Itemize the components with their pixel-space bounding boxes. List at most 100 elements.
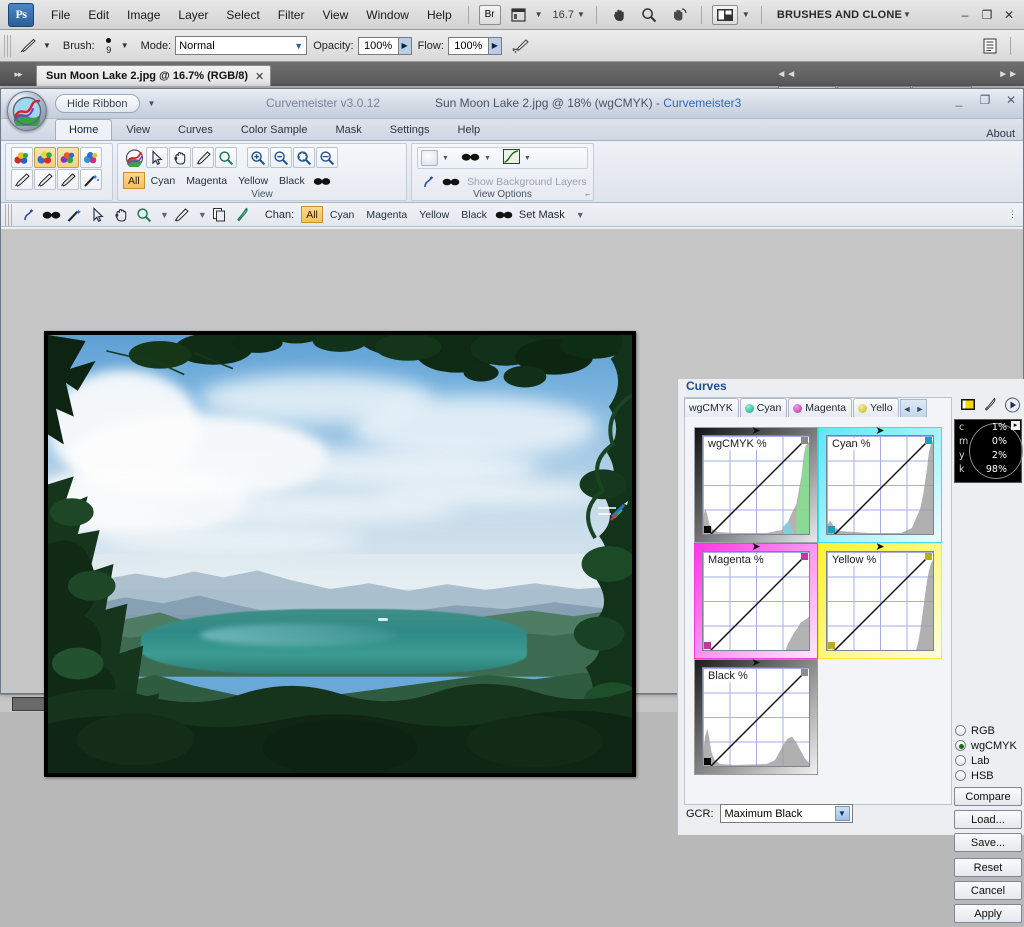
note-flag-icon[interactable] xyxy=(959,396,977,413)
pen-tool-icon[interactable] xyxy=(981,396,999,413)
arrow-select-icon[interactable] xyxy=(87,205,108,225)
ps-minimize-button[interactable]: – xyxy=(954,8,976,22)
tab-next-button[interactable]: ► xyxy=(915,404,924,414)
mask-glasses-icon[interactable] xyxy=(494,205,515,225)
zoom-level-caret-icon[interactable]: ▼ xyxy=(577,10,585,19)
hand-icon[interactable] xyxy=(169,147,191,168)
radio-icon[interactable] xyxy=(955,725,966,736)
flow-slider-icon[interactable]: ▶ xyxy=(487,36,502,55)
options-bar-grip[interactable] xyxy=(4,34,11,57)
cm-maximize-button[interactable]: ❐ xyxy=(977,93,993,107)
curve-grid-black[interactable]: Black % xyxy=(702,667,810,767)
ribbon-channel-black[interactable]: Black xyxy=(274,172,310,189)
mask-caret-icon[interactable]: ▼ xyxy=(482,155,493,162)
mask-glasses-icon[interactable] xyxy=(311,170,333,191)
menu-window[interactable]: Window xyxy=(357,4,418,26)
curve-handle-highlight[interactable] xyxy=(801,553,808,560)
zoom-actual-icon[interactable] xyxy=(316,147,338,168)
bridge-icon[interactable]: Br xyxy=(478,4,501,25)
curve-handle-highlight[interactable] xyxy=(801,437,808,444)
tab-scroll-right-icon[interactable]: ►► xyxy=(992,69,1024,80)
eyedropper-icon-3[interactable] xyxy=(57,169,79,190)
zoom-icon[interactable] xyxy=(638,5,660,25)
curve-preview-caret-icon[interactable]: ▼ xyxy=(522,155,533,162)
curve-line-yellow[interactable] xyxy=(827,552,933,651)
curve-preview-icon[interactable] xyxy=(502,149,520,167)
toolbar2-overflow-icon[interactable]: ⋮ xyxy=(1008,209,1023,220)
menu-view[interactable]: View xyxy=(313,4,357,26)
curve-tonal-marker-icon[interactable]: ➤ xyxy=(751,658,760,669)
eyedropper-caret-icon[interactable]: ▼ xyxy=(198,210,207,220)
toolbar-channel-black[interactable]: Black xyxy=(456,206,492,223)
set-mask-button[interactable]: Set Mask xyxy=(519,209,565,221)
curve-grid-cyan[interactable]: Cyan % xyxy=(826,435,934,535)
zoom-out-icon[interactable] xyxy=(270,147,292,168)
menu-select[interactable]: Select xyxy=(217,4,268,26)
pin-curve-icon[interactable] xyxy=(18,205,39,225)
radio-icon[interactable] xyxy=(955,755,966,766)
cm-minimize-button[interactable]: _ xyxy=(951,93,967,107)
save-button[interactable]: Save... xyxy=(954,833,1022,852)
brush-size-preview[interactable]: 9 xyxy=(99,36,119,55)
menu-file[interactable]: File xyxy=(42,4,79,26)
tab-home[interactable]: Home xyxy=(55,119,113,140)
screen-mode-caret-icon[interactable]: ▼ xyxy=(535,10,543,19)
curve-handle-shadow[interactable] xyxy=(704,642,711,649)
about-link[interactable]: About xyxy=(978,128,1023,140)
menu-help[interactable]: Help xyxy=(418,4,461,26)
hand-icon[interactable] xyxy=(608,5,630,25)
zoom-in-icon[interactable] xyxy=(247,147,269,168)
curve-handle-highlight[interactable] xyxy=(925,437,932,444)
workspace-switcher[interactable]: BRUSHES AND CLONE xyxy=(777,9,902,21)
curve-handle-shadow[interactable] xyxy=(704,758,711,765)
curve-box-magenta[interactable]: Magenta % ➤ xyxy=(694,542,818,659)
cancel-button[interactable]: Cancel xyxy=(954,881,1022,900)
toolbar-channel-magenta[interactable]: Magenta xyxy=(361,206,412,223)
curve-handle-highlight[interactable] xyxy=(925,553,932,560)
menu-filter[interactable]: Filter xyxy=(269,4,314,26)
curvemeister-logo-icon[interactable] xyxy=(7,91,47,131)
background-color-caret-icon[interactable]: ▼ xyxy=(440,155,451,162)
mask-glasses-icon[interactable] xyxy=(41,205,62,225)
curve-handle-shadow[interactable] xyxy=(704,526,711,533)
flow-input[interactable]: 100% xyxy=(447,36,488,55)
curve-handle-highlight[interactable] xyxy=(801,669,808,676)
curve-tab-wgcmyk[interactable]: wgCMYK xyxy=(684,398,739,417)
image-preview-frame[interactable] xyxy=(44,331,636,777)
load-button[interactable]: Load... xyxy=(954,810,1022,829)
arrange-documents-icon[interactable] xyxy=(711,4,738,25)
play-icon[interactable] xyxy=(1003,396,1021,413)
ribbon-channel-magenta[interactable]: Magenta xyxy=(181,172,232,189)
curve-grid-wgcmyk[interactable]: wgCMYK % xyxy=(702,435,810,535)
color-mode-rgb[interactable]: RGB xyxy=(955,723,1021,738)
zoom-icon[interactable] xyxy=(215,147,237,168)
curve-tonal-marker-icon[interactable]: ➤ xyxy=(751,426,760,437)
ribbon-channel-cyan[interactable]: Cyan xyxy=(146,172,181,189)
eyedropper-icon-1[interactable] xyxy=(11,169,33,190)
zoom-icon[interactable] xyxy=(133,205,154,225)
curve-handle-shadow[interactable] xyxy=(828,642,835,649)
curve-grid-yellow[interactable]: Yellow % xyxy=(826,551,934,651)
rotate-view-icon[interactable] xyxy=(668,5,690,25)
eyedropper-icon[interactable] xyxy=(192,147,214,168)
brush-tool-icon[interactable] xyxy=(15,35,41,57)
photo-sun-moon-lake[interactable] xyxy=(48,335,632,773)
tab-prev-button[interactable]: ◄ xyxy=(903,404,912,414)
color-mode-hsb[interactable]: HSB xyxy=(955,768,1021,783)
hand-icon[interactable] xyxy=(110,205,131,225)
curve-tonal-marker-icon[interactable]: ➤ xyxy=(875,426,884,437)
ribbon-channel-all[interactable]: All xyxy=(123,172,145,189)
screen-mode-icon[interactable] xyxy=(508,5,530,25)
hide-ribbon-button[interactable]: Hide Ribbon xyxy=(55,94,140,113)
tab-settings[interactable]: Settings xyxy=(376,119,444,140)
curve-line-black[interactable] xyxy=(703,668,809,767)
set-mask-caret-icon[interactable]: ▼ xyxy=(576,210,585,220)
color-spheres-icon-4[interactable] xyxy=(80,147,102,168)
pen-icon[interactable] xyxy=(232,205,253,225)
toolbar-channel-yellow[interactable]: Yellow xyxy=(414,206,454,223)
curve-line-cyan[interactable] xyxy=(827,436,933,535)
tab-mask[interactable]: Mask xyxy=(321,119,375,140)
magic-wand-icon[interactable] xyxy=(80,169,102,190)
gcr-select[interactable]: Maximum Black ▼ xyxy=(719,804,853,823)
menu-image[interactable]: Image xyxy=(118,4,169,26)
